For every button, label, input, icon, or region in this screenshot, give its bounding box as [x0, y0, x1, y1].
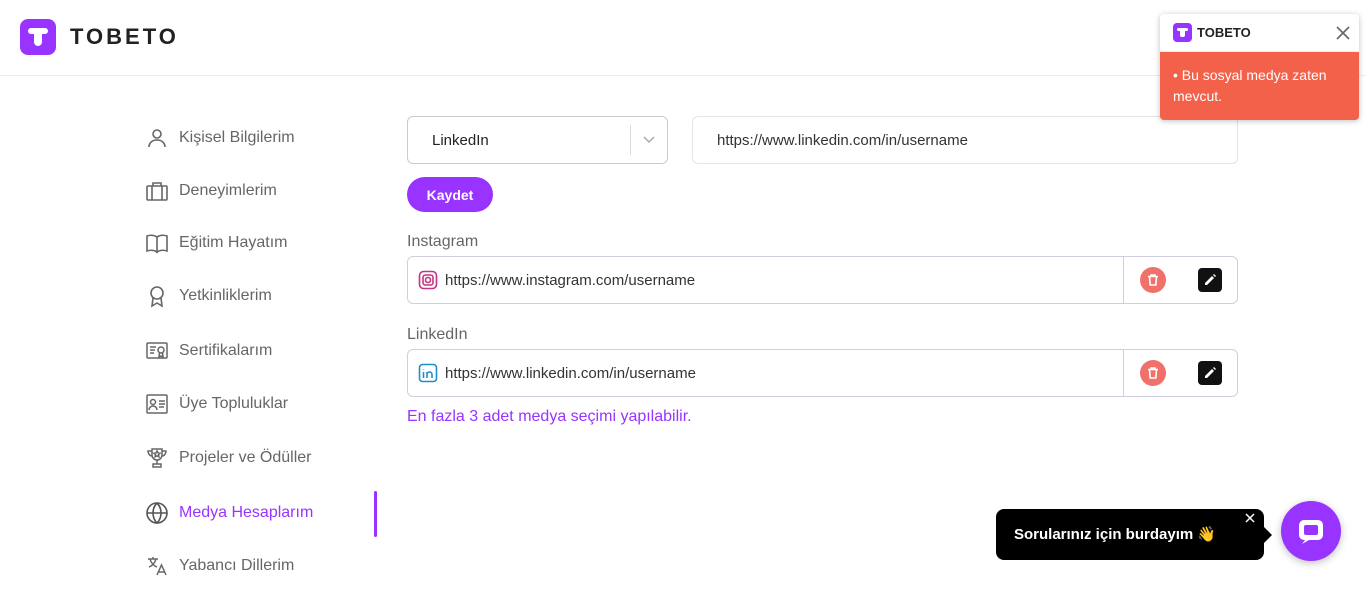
- save-button[interactable]: Kaydet: [407, 177, 493, 212]
- sidebar-item-personal-info[interactable]: Kişisel Bilgilerim: [145, 116, 377, 160]
- select-separator: [630, 125, 631, 155]
- sidebar-item-label: Projeler ve Ödüller: [179, 449, 312, 466]
- media-limit-hint: En fazla 3 adet medya seçimi yapılabilir…: [407, 408, 692, 425]
- book-icon: [146, 234, 168, 254]
- sidebar-item-label: Deneyimlerim: [179, 182, 277, 199]
- media-row-linkedin: https://www.linkedin.com/in/username: [407, 349, 1238, 397]
- platform-select-value: LinkedIn: [432, 132, 489, 149]
- chat-launcher-button[interactable]: [1281, 501, 1341, 561]
- user-icon: [148, 129, 166, 148]
- badge-icon: [150, 286, 164, 308]
- sidebar-item-experiences[interactable]: Deneyimlerim: [145, 169, 377, 213]
- certificate-icon: [146, 342, 168, 359]
- briefcase-icon: [146, 182, 168, 201]
- sidebar-item-media-accounts[interactable]: Medya Hesaplarım: [145, 491, 377, 537]
- sidebar-item-communities[interactable]: Üye Topluluklar: [145, 382, 377, 426]
- sidebar-item-label: Sertifikalarım: [179, 342, 273, 359]
- sidebar-item-languages[interactable]: Yabancı Dillerim: [145, 544, 377, 588]
- bubble-tail: [1264, 527, 1272, 543]
- toast-message: • Bu sosyal medya zaten mevcut.: [1160, 52, 1359, 120]
- logo-icon: [20, 19, 56, 55]
- pencil-icon: [1205, 274, 1216, 285]
- sidebar-item-projects-awards[interactable]: Projeler ve Ödüller: [145, 436, 377, 480]
- close-icon[interactable]: [1335, 25, 1351, 41]
- sidebar-item-competencies[interactable]: Yetkinliklerim: [145, 274, 377, 318]
- chat-greeting-text: Sorularınız için burdayım 👋: [1014, 526, 1217, 543]
- media-label-linkedin: LinkedIn: [407, 326, 468, 343]
- media-row-instagram: https://www.instagram.com/username: [407, 256, 1238, 304]
- id-card-icon: [146, 394, 168, 414]
- linkedin-icon: [418, 363, 438, 383]
- sidebar-item-label: Yabancı Dillerim: [179, 557, 295, 574]
- media-url-text: https://www.linkedin.com/in/username: [445, 364, 696, 382]
- sidebar-item-label: Medya Hesaplarım: [179, 504, 314, 521]
- trophy-icon: [147, 448, 167, 468]
- toast-title: TOBETO: [1197, 25, 1251, 40]
- chevron-down-icon[interactable]: [641, 131, 657, 147]
- media-url-field: https://www.instagram.com/username: [408, 257, 1124, 303]
- pencil-icon: [1205, 367, 1216, 378]
- sidebar-item-label: Kişisel Bilgilerim: [179, 129, 295, 146]
- media-url-text: https://www.instagram.com/username: [445, 271, 696, 289]
- edit-button[interactable]: [1198, 361, 1222, 385]
- trash-icon: [1148, 367, 1158, 379]
- close-icon[interactable]: [1244, 512, 1256, 524]
- toast-header: TOBETO: [1160, 14, 1359, 52]
- active-indicator: [374, 491, 377, 537]
- brand-logo[interactable]: TOBETO: [20, 19, 179, 55]
- delete-button[interactable]: [1140, 267, 1166, 293]
- trash-icon: [1148, 274, 1158, 286]
- chat-greeting-bubble[interactable]: Sorularınız için burdayım 👋: [996, 509, 1272, 560]
- media-label-instagram: Instagram: [407, 233, 479, 250]
- media-url-field: https://www.linkedin.com/in/username: [408, 350, 1124, 396]
- sidebar-item-certificates[interactable]: Sertifikalarım: [145, 329, 377, 373]
- instagram-icon: [418, 270, 438, 290]
- delete-button[interactable]: [1140, 360, 1166, 386]
- brand-name: TOBETO: [70, 24, 179, 49]
- edit-button[interactable]: [1198, 268, 1222, 292]
- sidebar-item-education[interactable]: Eğitim Hayatım: [145, 221, 377, 265]
- globe-icon: [146, 501, 168, 525]
- sidebar-item-label: Eğitim Hayatım: [179, 234, 288, 251]
- sidebar-item-label: Yetkinliklerim: [179, 287, 272, 304]
- platform-select[interactable]: LinkedIn: [407, 116, 668, 164]
- error-toast: TOBETO • Bu sosyal medya zaten mevcut.: [1160, 14, 1359, 120]
- translate-icon: [148, 557, 167, 576]
- chat-icon: [1299, 520, 1323, 544]
- logo-icon: [1173, 23, 1192, 42]
- sidebar-item-label: Üye Topluluklar: [179, 395, 289, 412]
- media-url-input[interactable]: [692, 116, 1238, 164]
